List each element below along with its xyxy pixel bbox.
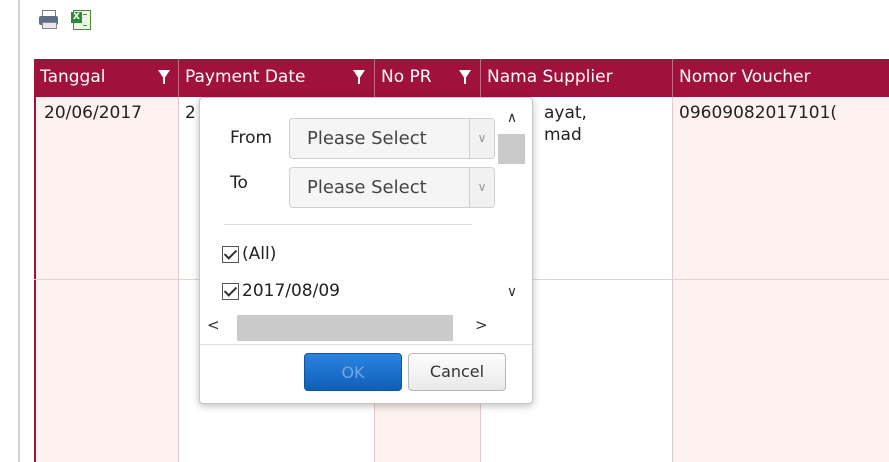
divider [200,344,532,345]
grid-header: Tanggal Payment Date No PR Nama Supplier… [34,59,889,97]
filter-icon[interactable] [459,70,471,84]
filter-icon[interactable] [353,70,365,84]
from-label: From [230,128,273,148]
header-label: Tanggal [40,67,106,87]
checkbox-icon[interactable] [222,282,239,300]
chevron-down-icon: ∨ [469,119,494,158]
to-select[interactable]: Please Select ∨ [289,167,495,208]
cell-nomor-voucher[interactable]: 09609082017101( [679,103,889,123]
option-all[interactable]: (All) [222,242,276,266]
divider [224,224,472,225]
to-label: To [230,173,248,193]
chevron-right-icon[interactable]: > [475,316,488,334]
checkbox-icon[interactable] [222,245,239,263]
header-payment-date[interactable]: Payment Date [179,59,375,97]
excel-export-icon[interactable]: X [70,8,92,30]
option-label: 2017/08/09 [242,281,340,301]
header-label: Nama Supplier [487,67,613,87]
cell-nama-supplier-line1[interactable]: ayat, [544,103,587,123]
cell-tanggal[interactable]: 20/06/2017 [44,103,142,123]
to-select-value: Please Select [307,177,427,198]
from-select[interactable]: Please Select ∨ [289,118,495,159]
header-nama-supplier[interactable]: Nama Supplier [481,59,673,97]
chevron-down-icon[interactable]: ∨ [497,284,527,300]
vertical-scrollbar[interactable]: ∧ ∨ [497,100,527,310]
print-icon[interactable] [38,8,60,30]
header-label: No PR [381,67,432,87]
cancel-button[interactable]: Cancel [408,353,506,391]
option-label: (All) [242,244,277,264]
chevron-up-icon[interactable]: ∧ [497,110,527,126]
from-select-value: Please Select [307,128,427,149]
left-border [18,0,20,462]
header-label: Nomor Voucher [679,67,811,87]
cell-payment-date[interactable]: 2 [185,103,196,123]
chevron-left-icon[interactable]: < [207,316,220,334]
horizontal-scrollbar[interactable]: < > [203,312,497,341]
scrollbar-thumb[interactable] [498,134,525,164]
option-date[interactable]: 2017/08/09 [222,279,340,303]
ok-button[interactable]: OK [304,353,402,391]
cell-nama-supplier-line2[interactable]: mad [544,125,582,145]
scrollbar-thumb[interactable] [237,315,453,341]
header-label: Payment Date [185,67,306,87]
toolbar: X [38,8,92,30]
filter-popup: From Please Select ∨ To Please Select ∨ … [199,97,533,404]
chevron-down-icon: ∨ [469,168,494,207]
header-nomor-voucher[interactable]: Nomor Voucher [673,59,889,97]
filter-icon[interactable] [158,70,170,84]
